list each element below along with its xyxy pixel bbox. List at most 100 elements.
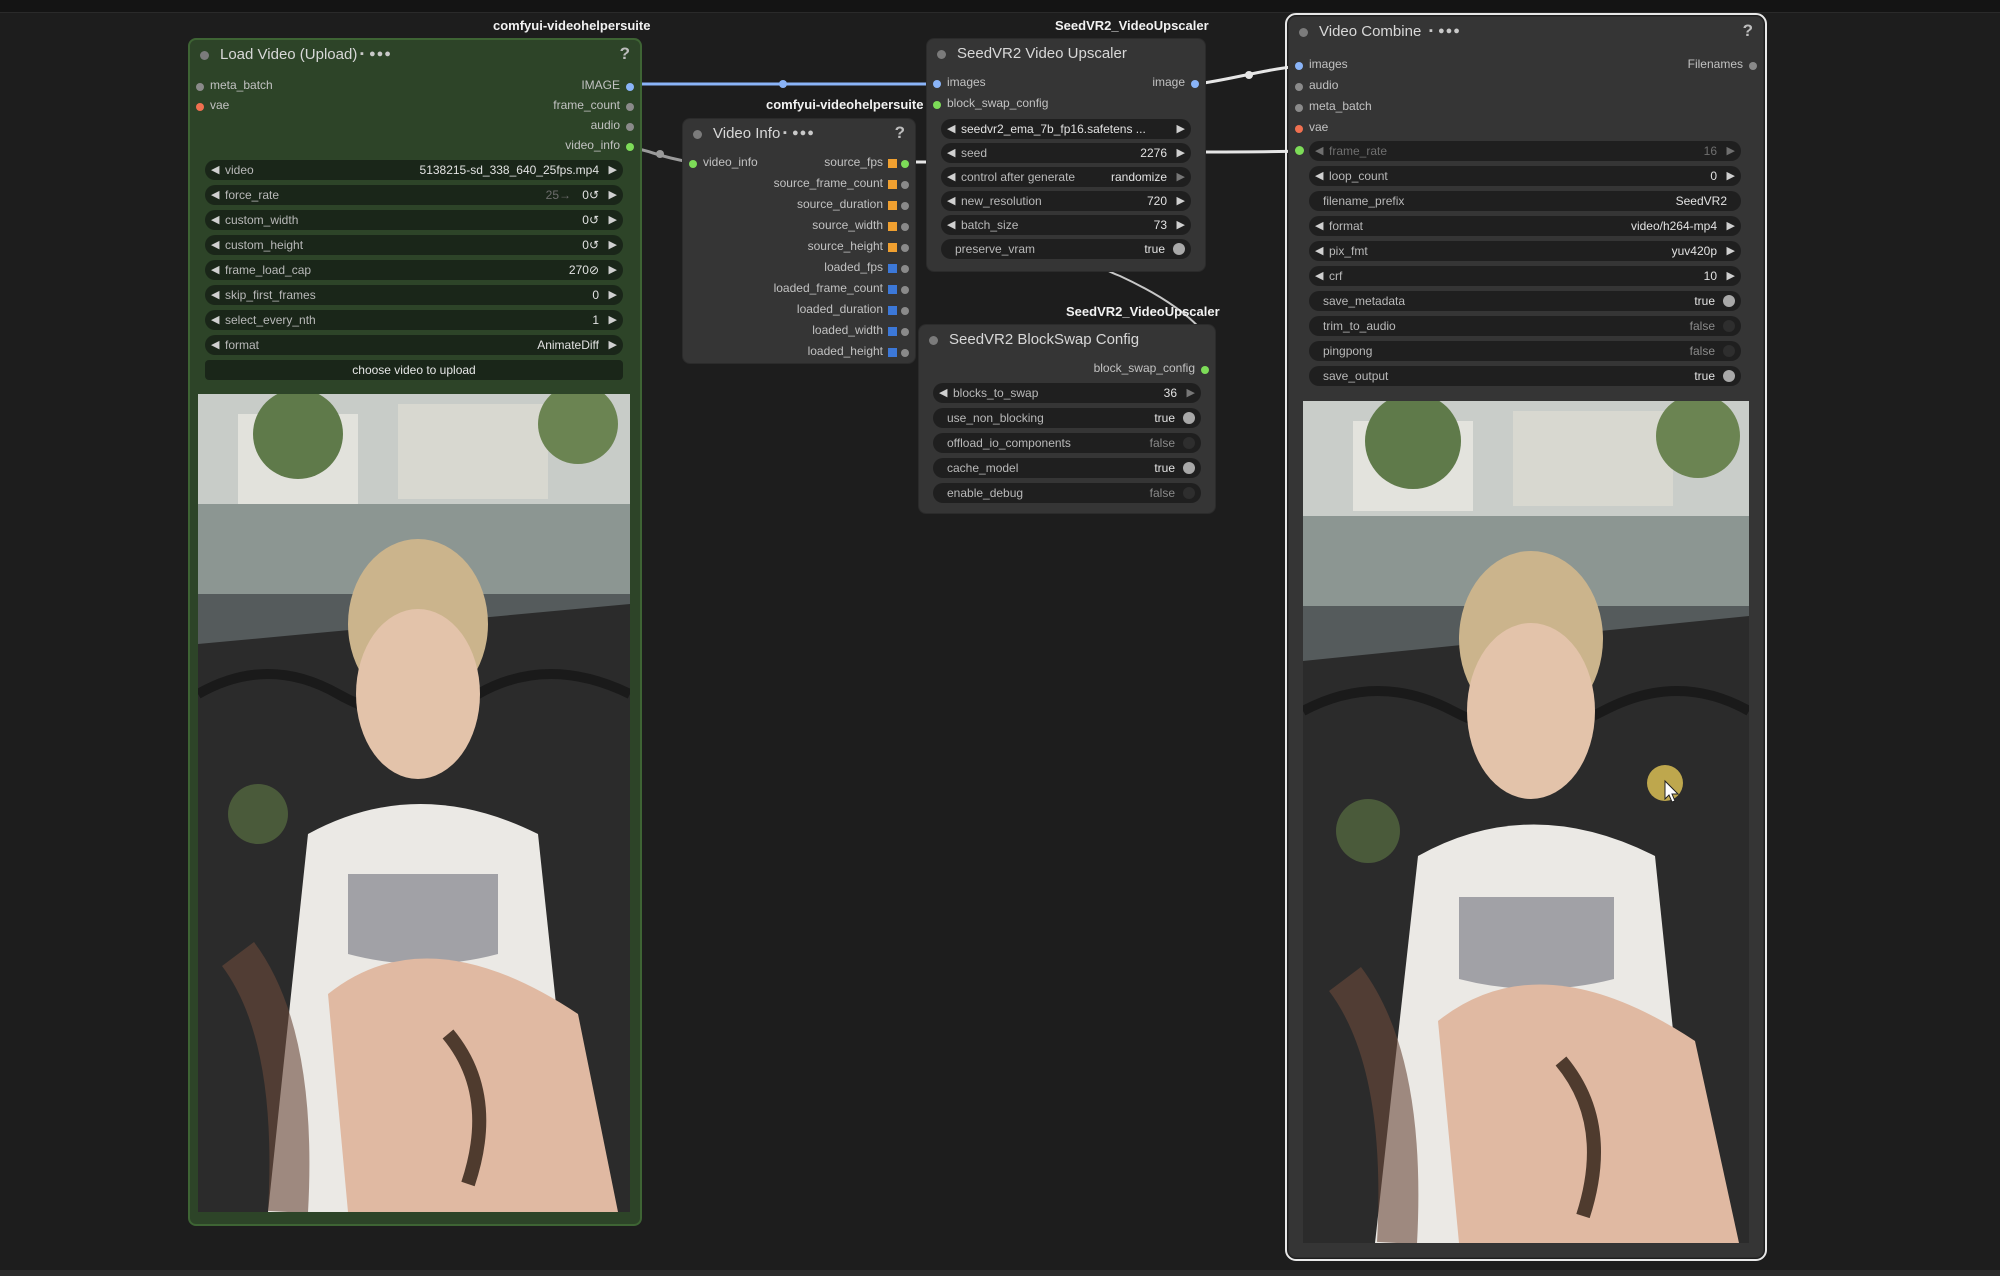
output-loaded-fps[interactable]: loaded_fps: [824, 260, 915, 278]
node-title-bar[interactable]: Load Video (Upload) ▪ ●●● ?: [190, 40, 640, 70]
arrow-left-icon[interactable]: ◀: [947, 122, 955, 135]
arrow-left-icon[interactable]: ◀: [947, 218, 955, 231]
toggle-cache-model[interactable]: cache_model true: [933, 458, 1201, 478]
toggle-knob[interactable]: [1183, 487, 1195, 499]
output-loaded-height[interactable]: loaded_height: [808, 344, 915, 362]
toggle-knob[interactable]: [1723, 320, 1735, 332]
output-port-dot[interactable]: [626, 83, 634, 91]
node-collapse-dot[interactable]: [200, 51, 209, 60]
arrow-left-icon[interactable]: ◀: [939, 386, 947, 399]
widget-select-every-nth[interactable]: ◀ select_every_nth 1 ▶: [205, 310, 623, 330]
arrow-right-icon[interactable]: ▶: [1727, 144, 1735, 157]
arrow-left-icon[interactable]: ◀: [947, 146, 955, 159]
output-port-dot[interactable]: [901, 349, 909, 357]
input-vae[interactable]: vae: [1289, 120, 1328, 138]
input-port-dot[interactable]: [689, 160, 697, 168]
output-source-width[interactable]: source_width: [812, 218, 915, 236]
video-info-node[interactable]: Video Info ▪ ●●● ? video_info source_fps…: [682, 118, 916, 364]
arrow-right-icon[interactable]: ▶: [609, 263, 617, 276]
arrow-right-icon[interactable]: ▶: [1187, 386, 1195, 399]
node-title-bar[interactable]: SeedVR2 Video Upscaler: [927, 39, 1205, 69]
widget-crf[interactable]: ◀ crf 10 ▶: [1309, 266, 1741, 286]
input-vae[interactable]: vae: [190, 98, 229, 116]
widget-frame-load-cap[interactable]: ◀ frame_load_cap 270⊘ ▶: [205, 260, 623, 280]
arrow-right-icon[interactable]: ▶: [1177, 146, 1185, 159]
input-port-dot[interactable]: [1295, 62, 1303, 70]
arrow-left-icon[interactable]: ◀: [1315, 244, 1323, 257]
output-port-dot[interactable]: [1749, 62, 1757, 70]
output-loaded-duration[interactable]: loaded_duration: [797, 302, 915, 320]
arrow-left-icon[interactable]: ◀: [1315, 219, 1323, 232]
widget-new-resolution[interactable]: ◀ new_resolution 720 ▶: [941, 191, 1191, 211]
toggle-knob[interactable]: [1183, 412, 1195, 424]
arrow-right-icon[interactable]: ▶: [1727, 269, 1735, 282]
input-images[interactable]: images: [927, 75, 986, 93]
seedvr2-upscaler-node[interactable]: SeedVR2 Video Upscaler images block_swap…: [926, 38, 1206, 272]
output-port-dot[interactable]: [626, 103, 634, 111]
arrow-right-icon[interactable]: ▶: [1177, 122, 1185, 135]
output-port-dot[interactable]: [901, 328, 909, 336]
output-port-dot[interactable]: [901, 307, 909, 315]
arrow-right-icon[interactable]: ▶: [609, 163, 617, 176]
input-port-dot[interactable]: [1295, 104, 1303, 112]
arrow-right-icon[interactable]: ▶: [609, 188, 617, 201]
arrow-left-icon[interactable]: ◀: [211, 313, 219, 326]
node-collapse-dot[interactable]: [929, 336, 938, 345]
widget-custom-height[interactable]: ◀ custom_height 0↺ ▶: [205, 235, 623, 255]
arrow-right-icon[interactable]: ▶: [1177, 194, 1185, 207]
widget-frame-rate[interactable]: ◀ frame_rate 16 ▶: [1295, 141, 1741, 161]
output-source-frame-count[interactable]: source_frame_count: [774, 176, 915, 194]
output-port-dot[interactable]: [626, 123, 634, 131]
output-port-dot[interactable]: [1201, 366, 1209, 374]
video-output-preview[interactable]: [1303, 401, 1749, 1243]
seedvr2-blockswap-node[interactable]: SeedVR2 BlockSwap Config block_swap_conf…: [918, 324, 1216, 514]
input-images[interactable]: images: [1289, 57, 1348, 75]
toggle-knob[interactable]: [1723, 345, 1735, 357]
output-source-height[interactable]: source_height: [808, 239, 915, 257]
input-video-info[interactable]: video_info: [683, 155, 758, 173]
arrow-left-icon[interactable]: ◀: [1315, 144, 1323, 157]
toggle-knob[interactable]: [1173, 243, 1185, 255]
output-filenames[interactable]: Filenames: [1688, 57, 1763, 75]
output-audio[interactable]: audio: [591, 118, 640, 136]
arrow-left-icon[interactable]: ◀: [211, 188, 219, 201]
node-collapse-dot[interactable]: [693, 130, 702, 139]
widget-custom-width[interactable]: ◀ custom_width 0↺ ▶: [205, 210, 623, 230]
output-frame-count[interactable]: frame_count: [553, 98, 640, 116]
input-block-swap-config[interactable]: block_swap_config: [927, 96, 1048, 114]
widget-format[interactable]: ◀ format video/h264-mp4 ▶: [1309, 216, 1741, 236]
output-loaded-width[interactable]: loaded_width: [812, 323, 915, 341]
toggle-pingpong[interactable]: pingpong false: [1309, 341, 1741, 361]
arrow-left-icon[interactable]: ◀: [211, 338, 219, 351]
arrow-left-icon[interactable]: ◀: [1315, 269, 1323, 282]
arrow-right-icon[interactable]: ▶: [609, 288, 617, 301]
output-port-dot[interactable]: [901, 286, 909, 294]
input-port-dot[interactable]: [933, 80, 941, 88]
output-port-dot[interactable]: [901, 265, 909, 273]
widget-filename-prefix[interactable]: filename_prefix SeedVR2: [1309, 191, 1741, 211]
arrow-left-icon[interactable]: ◀: [211, 213, 219, 226]
input-port-dot[interactable]: [933, 101, 941, 109]
video-preview[interactable]: [198, 394, 630, 1212]
input-audio[interactable]: audio: [1289, 78, 1338, 96]
arrow-right-icon[interactable]: ▶: [1727, 219, 1735, 232]
output-image[interactable]: IMAGE: [581, 78, 640, 96]
arrow-left-icon[interactable]: ◀: [1315, 169, 1323, 182]
output-port-dot[interactable]: [1191, 80, 1199, 88]
widget-video[interactable]: ◀ video 5138215-sd_338_640_25fps.mp4 ▶: [205, 160, 623, 180]
output-video-info[interactable]: video_info: [565, 138, 640, 156]
arrow-right-icon[interactable]: ▶: [1727, 169, 1735, 182]
arrow-right-icon[interactable]: ▶: [609, 213, 617, 226]
arrow-right-icon[interactable]: ▶: [1727, 244, 1735, 257]
output-source-fps[interactable]: source_fps: [824, 155, 915, 173]
arrow-left-icon[interactable]: ◀: [211, 238, 219, 251]
output-port-dot[interactable]: [901, 181, 909, 189]
help-icon[interactable]: ?: [620, 44, 630, 64]
input-meta-batch[interactable]: meta_batch: [1289, 99, 1372, 117]
toggle-knob[interactable]: [1723, 370, 1735, 382]
node-title-bar[interactable]: Video Info ▪ ●●● ?: [683, 119, 915, 149]
arrow-left-icon[interactable]: ◀: [947, 194, 955, 207]
widget-batch-size[interactable]: ◀ batch_size 73 ▶: [941, 215, 1191, 235]
node-collapse-dot[interactable]: [1299, 28, 1308, 37]
widget-model[interactable]: ◀ seedvr2_ema_7b_fp16.safetens ... ▶: [941, 119, 1191, 139]
